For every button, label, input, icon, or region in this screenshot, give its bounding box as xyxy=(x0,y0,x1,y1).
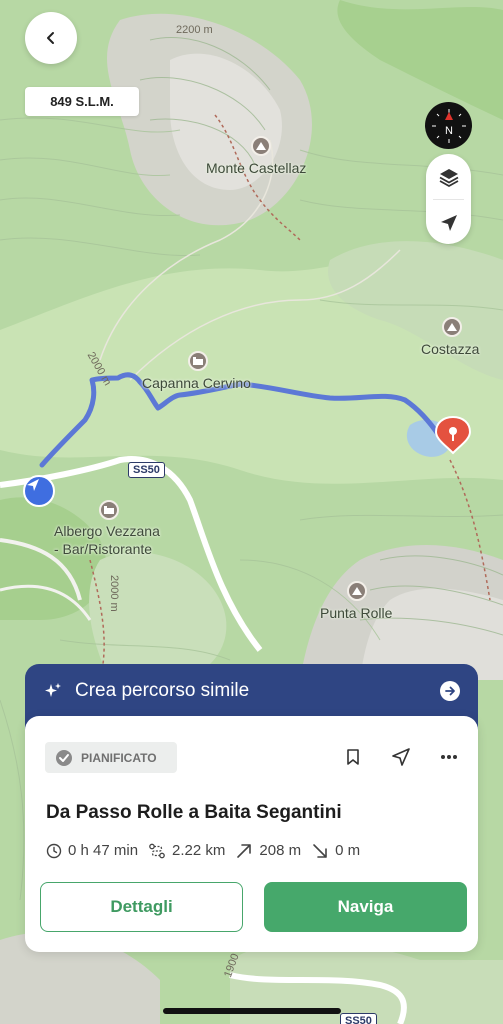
clock-icon xyxy=(46,843,62,858)
more-horizontal-icon xyxy=(441,755,457,759)
route-title: Da Passo Rolle a Baita Segantini xyxy=(46,802,342,823)
peak-poi-icon[interactable] xyxy=(442,317,462,337)
route-card: PIANIFICATO Da Passo Rolle a Baita Segan… xyxy=(25,716,478,952)
home-indicator[interactable] xyxy=(163,1008,341,1014)
send-icon xyxy=(392,748,410,766)
poi-label-albergo-vezzana: Albergo Vezzana xyxy=(54,523,160,539)
layers-icon xyxy=(439,168,458,187)
layers-button[interactable] xyxy=(426,154,471,199)
ascent-value: 208 m xyxy=(259,842,302,859)
navigation-arrow-icon xyxy=(27,479,39,491)
start-location-marker[interactable] xyxy=(23,475,55,507)
bookmark-icon xyxy=(347,749,359,765)
distance-stat: 2.22 km xyxy=(148,842,225,859)
road-badge-ss50: SS50 xyxy=(340,1013,377,1024)
map-controls xyxy=(426,154,471,244)
road-badge-ss50: SS50 xyxy=(128,462,165,478)
route-stats: 0 h 47 min 2.22 km 208 m 0 m xyxy=(46,842,370,859)
duration-value: 0 h 47 min xyxy=(68,842,139,859)
compass-icon: N xyxy=(431,108,466,143)
details-button[interactable]: Dettagli xyxy=(40,882,243,932)
distance-value: 2.22 km xyxy=(172,842,226,859)
locate-me-button[interactable] xyxy=(426,200,471,245)
location-arrow-icon xyxy=(440,214,457,231)
duration-stat: 0 h 47 min xyxy=(46,842,138,859)
altitude-badge: 849 S.L.M. xyxy=(25,87,139,116)
share-button[interactable] xyxy=(390,746,412,768)
back-button[interactable] xyxy=(25,12,77,64)
hut-poi-icon[interactable] xyxy=(188,351,208,371)
peak-poi-icon[interactable] xyxy=(347,581,367,601)
contour-label-2000: 2000 m xyxy=(108,575,120,612)
poi-label-costazza: Costazza xyxy=(421,341,480,357)
poi-label-punta-rolle: Punta Rolle xyxy=(320,605,393,621)
descent-stat: 0 m xyxy=(311,842,360,859)
status-badge: PIANIFICATO xyxy=(45,742,177,773)
route-distance-icon xyxy=(149,843,165,858)
compass-button[interactable]: N xyxy=(425,102,472,149)
create-similar-route-label: Crea percorso simile xyxy=(75,680,250,701)
more-options-button[interactable] xyxy=(438,746,460,768)
arrow-up-right-icon xyxy=(237,843,252,858)
ascent-stat: 208 m xyxy=(235,842,301,859)
chevron-left-icon xyxy=(47,32,54,44)
poi-label-bar-ristorante: - Bar/Ristorante xyxy=(54,541,153,557)
sparkle-icon xyxy=(45,683,61,697)
navigate-button[interactable]: Naviga xyxy=(264,882,467,932)
contour-label-2200: 2200 m xyxy=(176,24,213,36)
compass-north-label: N xyxy=(445,125,453,137)
arrow-down-right-icon xyxy=(313,843,327,858)
bookmark-button[interactable] xyxy=(342,746,364,768)
peak-poi-icon[interactable] xyxy=(251,136,271,156)
poi-label-monte-castellaz: Monte Castellaz xyxy=(206,160,307,176)
hut-poi-icon[interactable] xyxy=(99,500,119,520)
status-label: PIANIFICATO xyxy=(81,750,157,765)
descent-value: 0 m xyxy=(335,842,361,859)
arrow-right-icon xyxy=(440,681,460,701)
check-circle-icon xyxy=(56,749,72,766)
poi-label-capanna-cervino: Capanna Cervino xyxy=(142,375,251,391)
destination-pin-icon[interactable] xyxy=(433,415,473,455)
